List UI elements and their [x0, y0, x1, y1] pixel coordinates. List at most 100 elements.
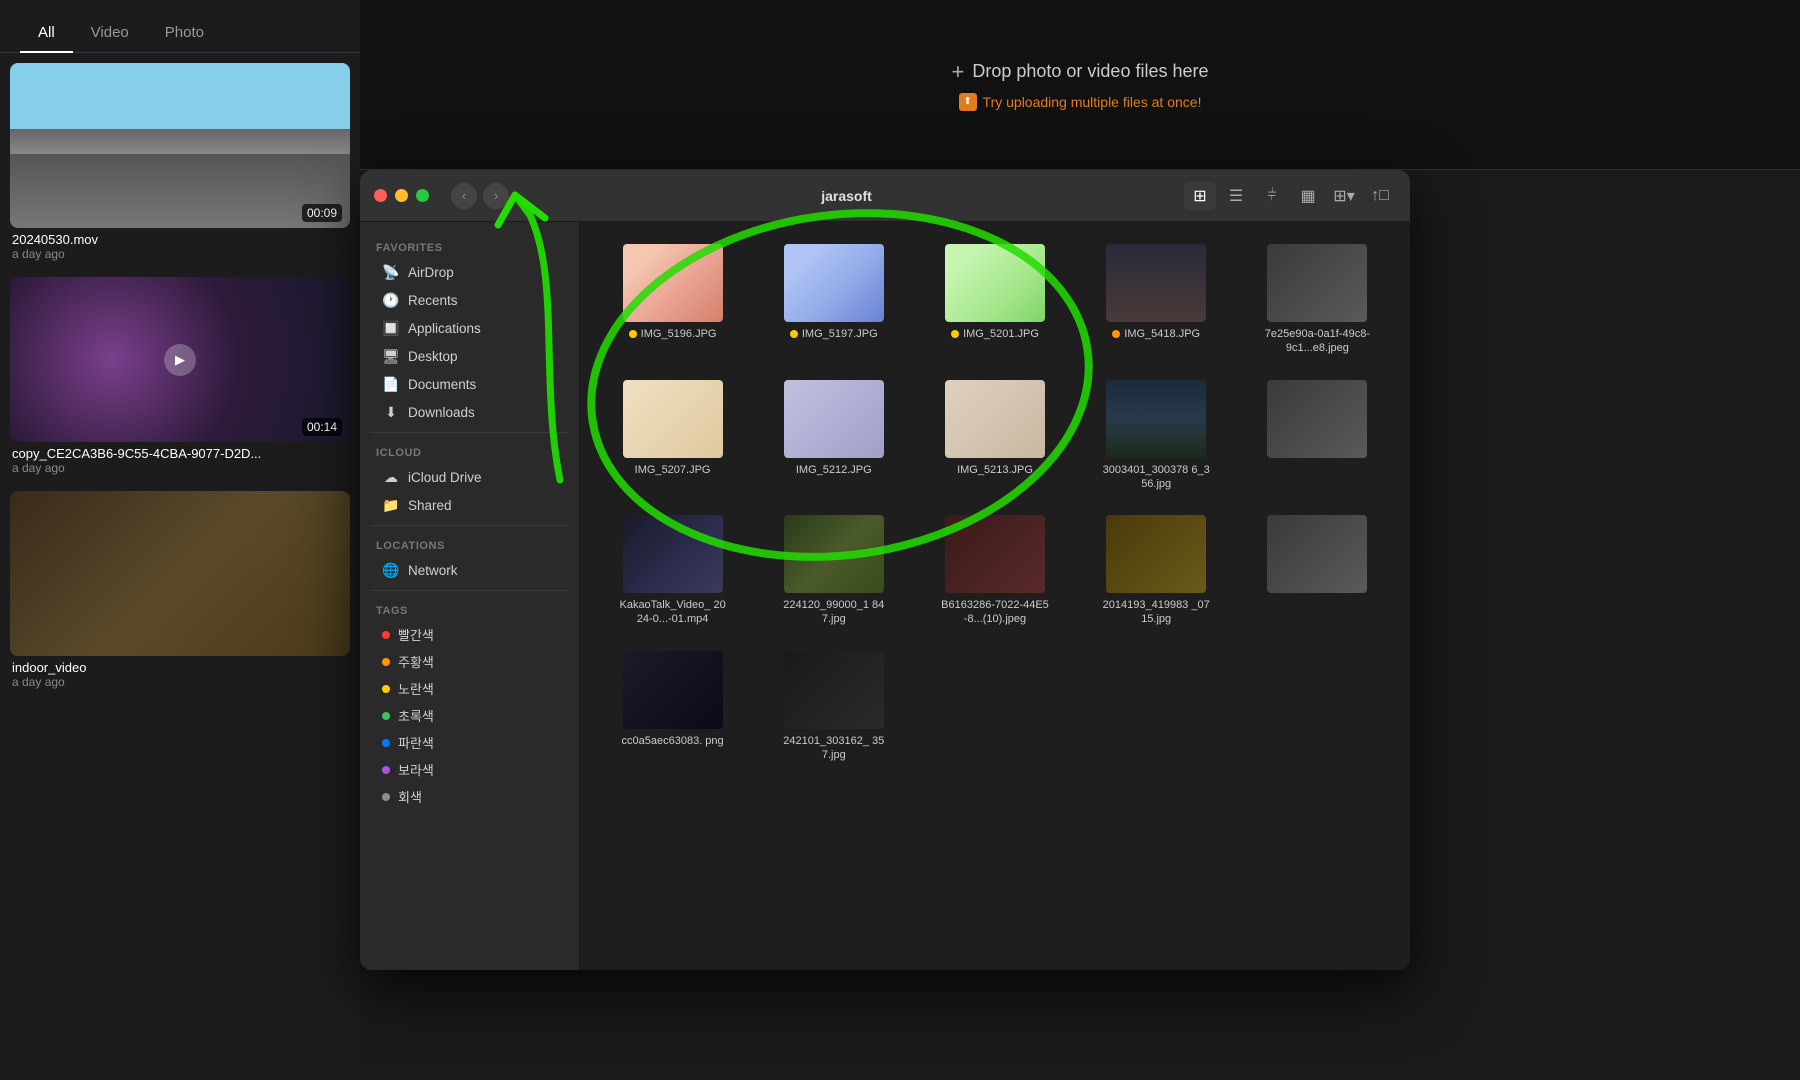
sidebar-label-downloads: Downloads: [408, 405, 475, 420]
file-item[interactable]: 242101_303162_ 357.jpg: [757, 645, 910, 769]
sidebar-label-icloud: iCloud Drive: [408, 470, 482, 485]
file-item[interactable]: [1241, 509, 1394, 633]
media-thumbnail: ▶ 00:14: [10, 277, 350, 442]
tag-item-yellow[interactable]: 노란색: [366, 675, 573, 702]
file-thumbnail: [1267, 380, 1367, 458]
drop-zone[interactable]: + Drop photo or video files here ⬆ Try u…: [360, 0, 1800, 170]
close-button[interactable]: [374, 189, 387, 202]
media-info: indoor_video a day ago: [10, 656, 350, 693]
icon-view-button[interactable]: ⊞: [1184, 182, 1216, 210]
icloud-icon: ☁: [382, 468, 400, 486]
tags-label: Tags: [360, 597, 579, 621]
tab-photo[interactable]: Photo: [147, 16, 222, 53]
file-name-row: 3003401_300378 6_356.jpg: [1101, 463, 1211, 492]
plus-icon: +: [952, 59, 965, 85]
sidebar-item-shared[interactable]: 📁 Shared: [366, 491, 573, 519]
file-thumbnail: [623, 380, 723, 458]
tag-label-purple: 보라색: [398, 760, 434, 779]
tag-item-red[interactable]: 빨간색: [366, 621, 573, 648]
sidebar-label-recents: Recents: [408, 293, 458, 308]
file-name: IMG_5197.JPG: [802, 327, 878, 341]
icloud-label: iCloud: [360, 439, 579, 463]
file-name: IMG_5207.JPG: [635, 463, 711, 477]
back-button[interactable]: ‹: [451, 183, 477, 209]
media-info: copy_CE2CA3B6-9C55-4CBA-9077-D2D... a da…: [10, 442, 350, 479]
file-item[interactable]: 3003401_300378 6_356.jpg: [1080, 374, 1233, 498]
tag-item-purple[interactable]: 보라색: [366, 756, 573, 783]
sidebar-label-desktop: Desktop: [408, 349, 458, 364]
tab-all[interactable]: All: [20, 16, 73, 53]
file-name-row: 224120_99000_1 847.jpg: [779, 598, 889, 627]
sidebar-item-documents[interactable]: 📄 Documents: [366, 370, 573, 398]
file-item[interactable]: 2014193_419983 _0715.jpg: [1080, 509, 1233, 633]
tag-label-orange: 주황색: [398, 652, 434, 671]
drop-subtitle-text: Try uploading multiple files at once!: [983, 94, 1202, 110]
file-item[interactable]: IMG_5197.JPG: [757, 238, 910, 362]
media-date: a day ago: [12, 461, 348, 475]
file-name-row: 2014193_419983 _0715.jpg: [1101, 598, 1211, 627]
media-item[interactable]: ▶ 00:14 copy_CE2CA3B6-9C55-4CBA-9077-D2D…: [10, 277, 350, 479]
group-button[interactable]: ⊞▾: [1328, 182, 1360, 210]
file-name: B6163286-7022-44E5-8...(10).jpeg: [940, 598, 1050, 627]
media-library-panel: All Video Photo 00:09 20240530.mov a day…: [0, 0, 360, 1080]
list-view-button[interactable]: ☰: [1220, 182, 1252, 210]
tag-item-gray[interactable]: 회색: [366, 783, 573, 810]
tag-item-blue[interactable]: 파란색: [366, 729, 573, 756]
minimize-button[interactable]: [395, 189, 408, 202]
file-item[interactable]: IMG_5418.JPG: [1080, 238, 1233, 362]
share-button[interactable]: ↑□: [1364, 182, 1396, 210]
maximize-button[interactable]: [416, 189, 429, 202]
locations-label: Locations: [360, 532, 579, 556]
play-button[interactable]: ▶: [164, 344, 196, 376]
media-title: 20240530.mov: [12, 232, 348, 247]
file-name: KakaoTalk_Video_ 2024-0...-01.mp4: [618, 598, 728, 627]
sidebar-item-network[interactable]: 🌐 Network: [366, 556, 573, 584]
media-item[interactable]: indoor_video a day ago: [10, 491, 350, 693]
file-item[interactable]: KakaoTalk_Video_ 2024-0...-01.mp4: [596, 509, 749, 633]
tag-dot-red: [382, 631, 390, 639]
media-title: copy_CE2CA3B6-9C55-4CBA-9077-D2D...: [12, 446, 348, 461]
gallery-view-button[interactable]: ▦: [1292, 182, 1324, 210]
tag-label-yellow: 노란색: [398, 679, 434, 698]
file-name: 7e25e90a-0a1f-49c8-9c1...e8.jpeg: [1262, 327, 1372, 356]
file-status-dot: [629, 330, 637, 338]
file-item[interactable]: IMG_5212.JPG: [757, 374, 910, 498]
file-item[interactable]: 7e25e90a-0a1f-49c8-9c1...e8.jpeg: [1241, 238, 1394, 362]
tag-label-gray: 회색: [398, 787, 422, 806]
sidebar-separator: [370, 525, 569, 526]
sidebar-item-recents[interactable]: 🕐 Recents: [366, 286, 573, 314]
file-name-row: B6163286-7022-44E5-8...(10).jpeg: [940, 598, 1050, 627]
sidebar-item-desktop[interactable]: 🖥 Desktop: [366, 342, 573, 370]
media-date: a day ago: [12, 675, 348, 689]
file-item[interactable]: 224120_99000_1 847.jpg: [757, 509, 910, 633]
file-thumbnail: [1106, 380, 1206, 458]
file-thumbnail: [945, 244, 1045, 322]
file-item[interactable]: IMG_5196.JPG: [596, 238, 749, 362]
forward-button[interactable]: ›: [483, 183, 509, 209]
file-item[interactable]: IMG_5207.JPG: [596, 374, 749, 498]
sidebar-item-airdrop[interactable]: 📡 AirDrop: [366, 258, 573, 286]
sidebar-item-icloud-drive[interactable]: ☁ iCloud Drive: [366, 463, 573, 491]
tag-label-blue: 파란색: [398, 733, 434, 752]
sidebar-separator: [370, 590, 569, 591]
file-thumbnail: [784, 515, 884, 593]
tag-item-orange[interactable]: 주황색: [366, 648, 573, 675]
drop-title: + Drop photo or video files here: [952, 59, 1209, 85]
file-item[interactable]: [1241, 374, 1394, 498]
tag-item-green[interactable]: 초록색: [366, 702, 573, 729]
finder-content: IMG_5196.JPG IMG_5197.JPG IMG_5201.JPG: [580, 222, 1410, 970]
media-title: indoor_video: [12, 660, 348, 675]
finder-nav: ‹ ›: [451, 183, 509, 209]
media-item[interactable]: 00:09 20240530.mov a day ago: [10, 63, 350, 265]
sidebar-item-downloads[interactable]: ⬇ Downloads: [366, 398, 573, 426]
file-item[interactable]: IMG_5201.JPG: [918, 238, 1071, 362]
file-item[interactable]: IMG_5213.JPG: [918, 374, 1071, 498]
file-item[interactable]: B6163286-7022-44E5-8...(10).jpeg: [918, 509, 1071, 633]
file-thumbnail: [945, 380, 1045, 458]
tab-video[interactable]: Video: [73, 16, 147, 53]
column-view-button[interactable]: ⫩: [1256, 182, 1288, 210]
media-tabs: All Video Photo: [0, 0, 360, 53]
file-name-row: 7e25e90a-0a1f-49c8-9c1...e8.jpeg: [1262, 327, 1372, 356]
file-item[interactable]: cc0a5aec63083. png: [596, 645, 749, 769]
sidebar-item-applications[interactable]: 🔲 Applications: [366, 314, 573, 342]
